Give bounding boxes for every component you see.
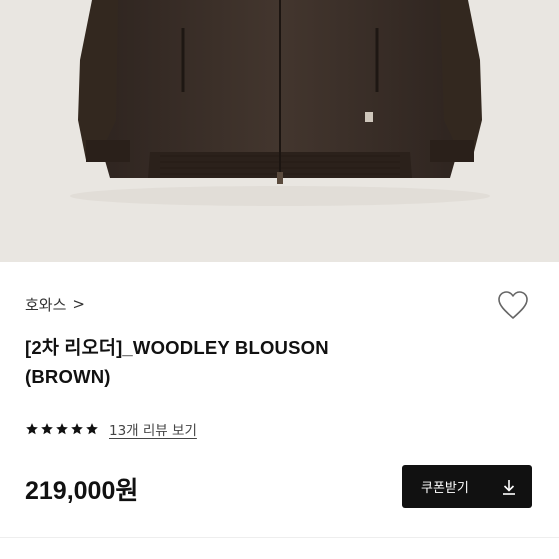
star-icon: [71, 423, 83, 435]
brand-link[interactable]: 호와스 >: [25, 292, 85, 316]
rating-row: 13개 리뷰 보기: [25, 418, 197, 440]
product-price: 219,000원: [25, 477, 139, 505]
download-icon: [503, 479, 515, 495]
product-title-line2: (BROWN): [25, 366, 111, 387]
brand-name: 호와스: [25, 295, 67, 314]
star-icon: [41, 423, 53, 435]
coupon-button[interactable]: 쿠폰받기: [402, 465, 532, 508]
jacket-photo: [70, 0, 490, 206]
product-title: [2차 리오더]_WOODLEY BLOUSON (BROWN): [25, 333, 445, 391]
review-link[interactable]: 13개 리뷰 보기: [109, 419, 197, 439]
product-image[interactable]: [0, 0, 559, 262]
chevron-right-icon: >: [72, 295, 85, 313]
star-icon: [26, 423, 38, 435]
star-rating: [25, 422, 99, 436]
star-icon: [86, 423, 98, 435]
heart-icon[interactable]: [496, 289, 530, 321]
star-icon: [56, 423, 68, 435]
divider: [0, 537, 559, 538]
coupon-button-label: 쿠폰받기: [421, 481, 469, 496]
product-title-line1: [2차 리오더]_WOODLEY BLOUSON: [25, 337, 329, 358]
